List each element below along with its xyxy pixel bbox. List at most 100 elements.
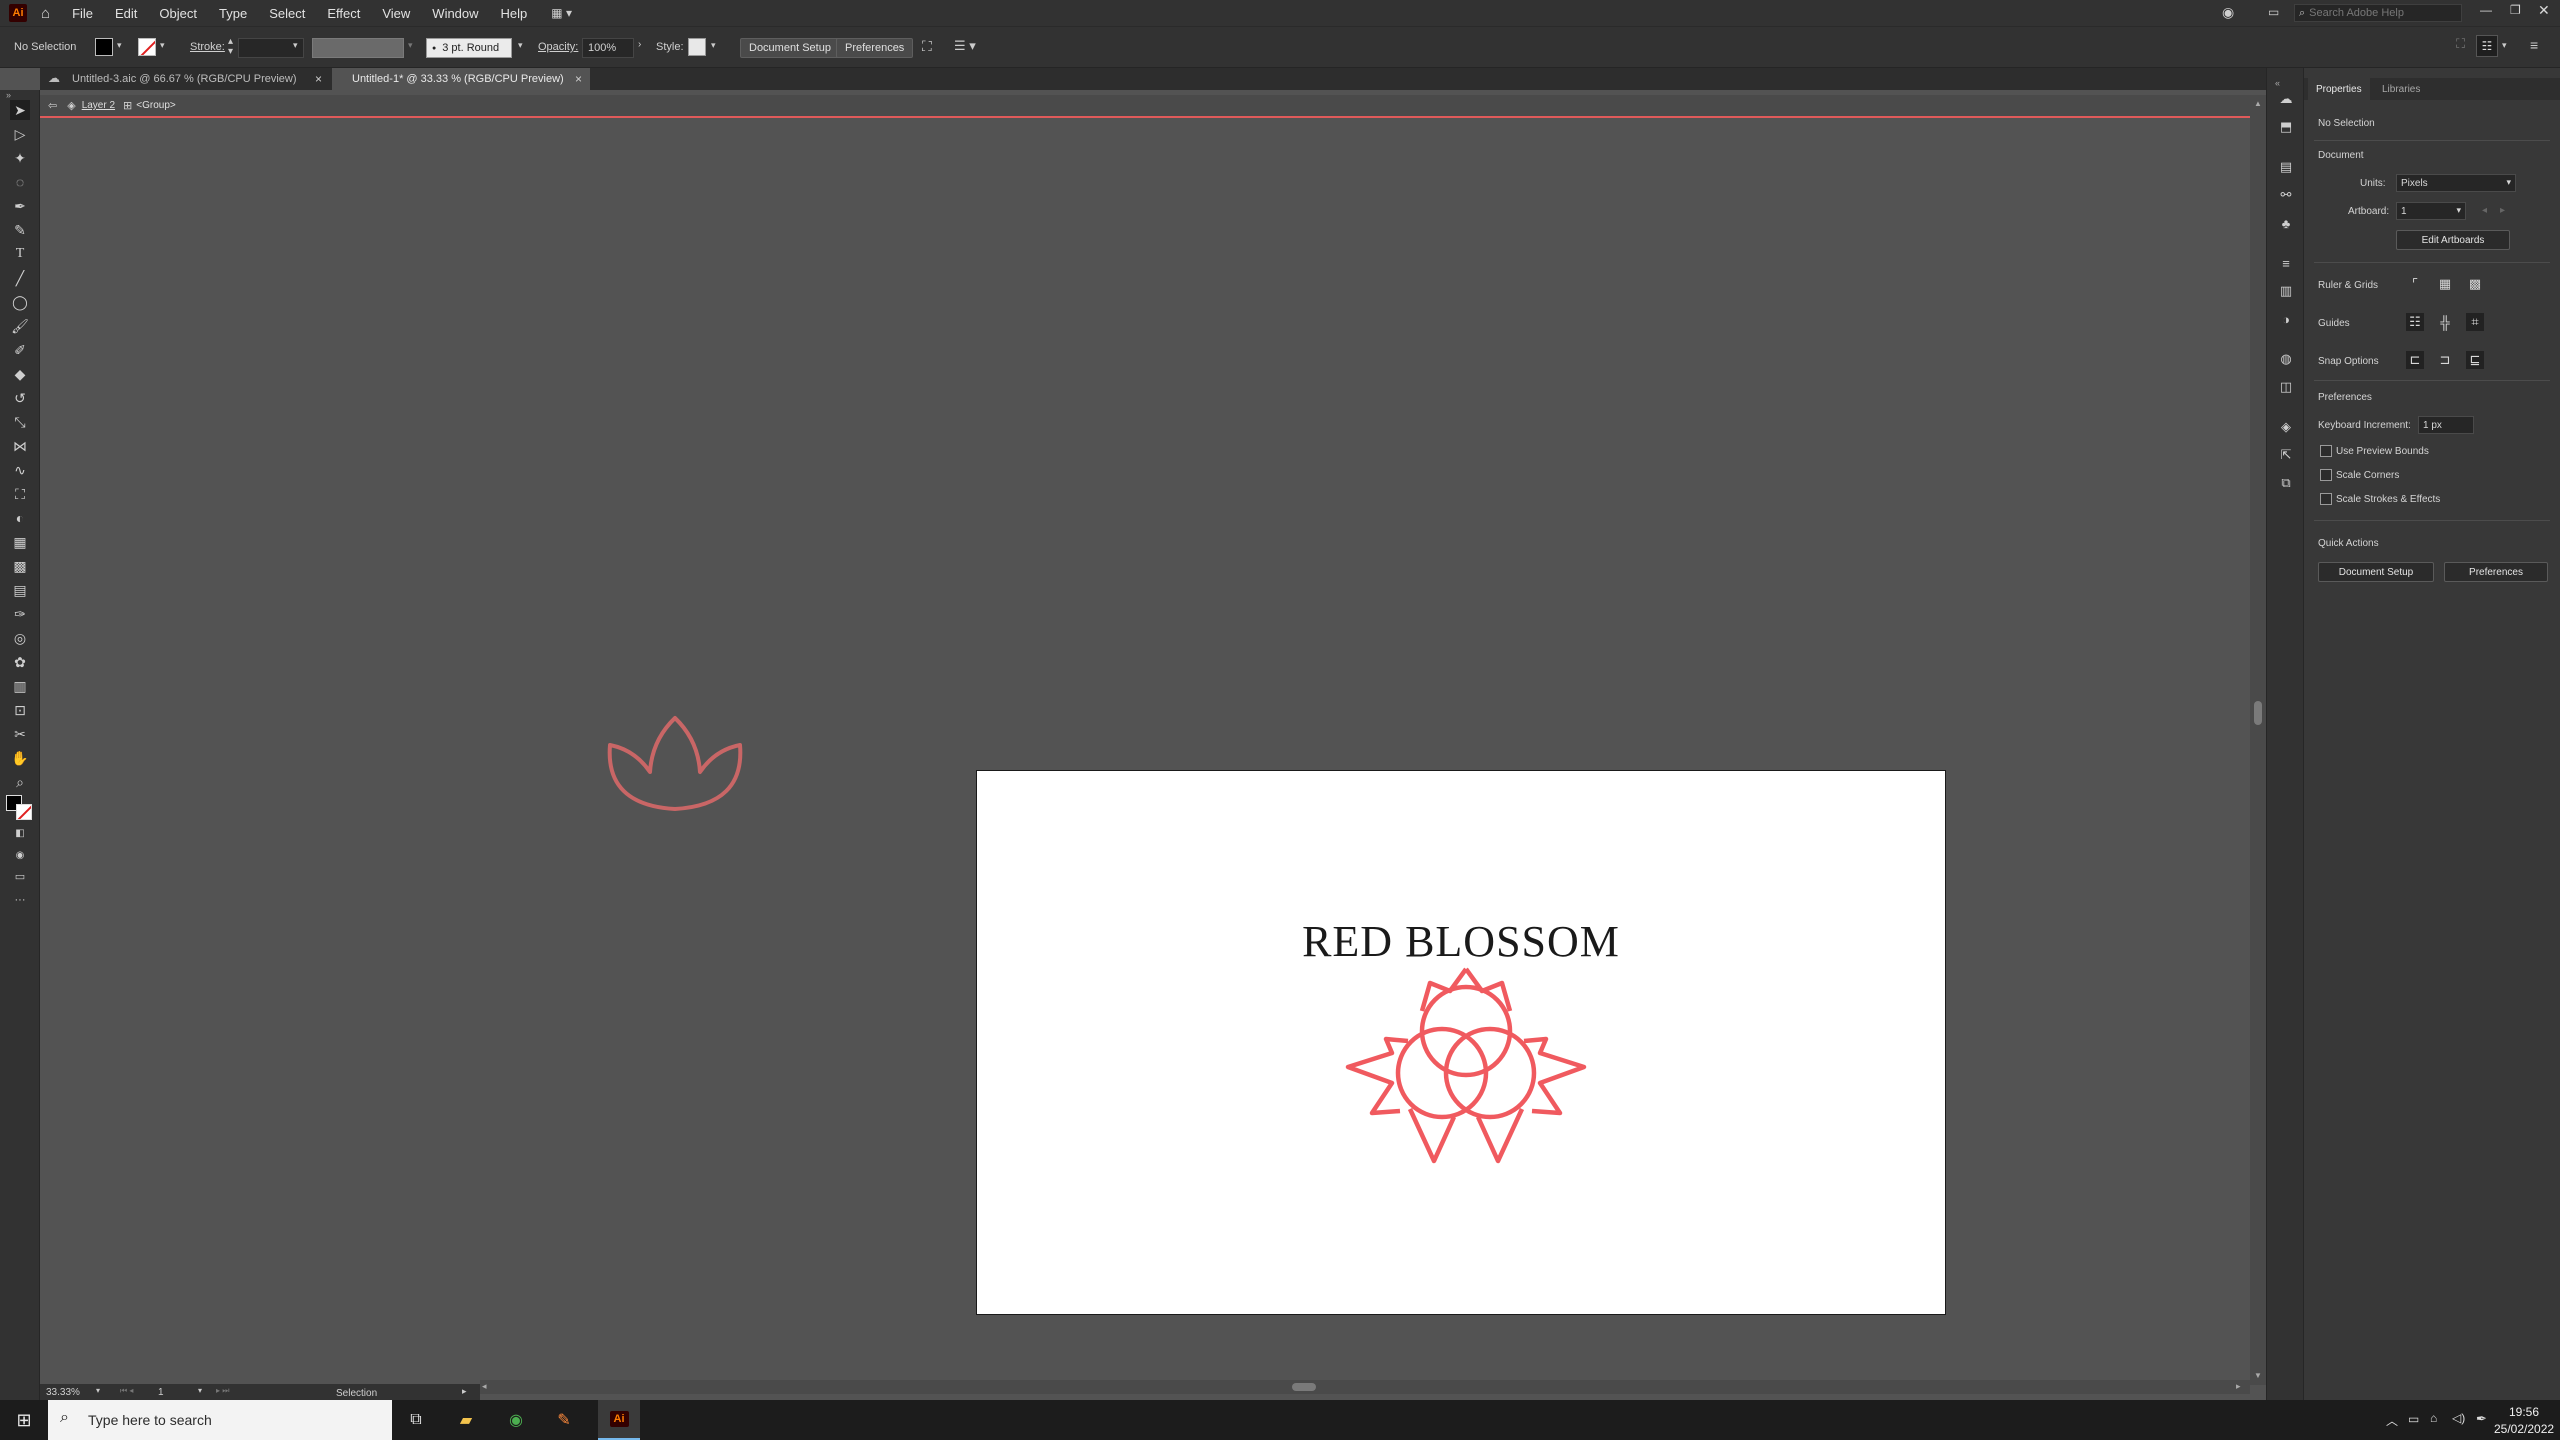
- artboard-tool-icon[interactable]: ⊡: [10, 700, 30, 720]
- assets-icon[interactable]: ⬒: [2277, 118, 2295, 136]
- fill-swatch[interactable]: [95, 38, 113, 56]
- close-tab-icon[interactable]: ×: [575, 72, 582, 86]
- libraries-icon[interactable]: ☁: [2277, 90, 2295, 108]
- curvature-tool-icon[interactable]: ✎: [10, 220, 30, 240]
- stroke-dropdown-icon[interactable]: ▾: [160, 40, 165, 51]
- warp-tool-icon[interactable]: ∿: [10, 460, 30, 480]
- brand-name-text[interactable]: RED BLOSSOM: [977, 916, 1945, 967]
- tab-untitled-1[interactable]: Untitled-1* @ 33.33 % (RGB/CPU Preview) …: [332, 68, 590, 90]
- menu-effect[interactable]: Effect: [327, 6, 360, 21]
- vertical-scrollbar[interactable]: ▲ ▼: [2250, 95, 2266, 1385]
- first-artboard-icon[interactable]: ⏮ ◂: [120, 1386, 133, 1396]
- snap-to-pixel-icon[interactable]: ⊐: [2436, 351, 2454, 369]
- scale-strokes-effects-checkbox[interactable]: [2320, 493, 2332, 505]
- artboard-dropdown[interactable]: 1 ▾: [2396, 202, 2466, 220]
- paintbrush-tool-icon[interactable]: 🖌: [10, 316, 30, 336]
- graphic-styles-icon[interactable]: ◫: [2277, 378, 2295, 396]
- pen-workspace-icon[interactable]: ✒: [2476, 1411, 2487, 1427]
- panel-menu-toggle[interactable]: ☷: [2476, 35, 2498, 57]
- scale-corners-checkbox[interactable]: [2320, 469, 2332, 481]
- slice-tool-icon[interactable]: ✂: [10, 724, 30, 744]
- eyedropper-tool-icon[interactable]: ✑: [10, 604, 30, 624]
- column-graph-tool-icon[interactable]: ▥: [10, 676, 30, 696]
- transparency-grid-icon[interactable]: ▩: [2466, 275, 2484, 293]
- show-guides-icon[interactable]: ☷: [2406, 313, 2424, 331]
- ruler-icon[interactable]: ⌜: [2406, 275, 2424, 293]
- draw-mode-icon[interactable]: ◉: [10, 845, 30, 865]
- style-swatch[interactable]: [688, 38, 706, 56]
- windows-start-icon[interactable]: ⊞: [10, 1406, 38, 1434]
- links-icon[interactable]: ⚯: [2277, 186, 2295, 204]
- stroke-swatch[interactable]: [138, 38, 156, 56]
- lasso-tool-icon[interactable]: ◌: [10, 172, 30, 192]
- shape-builder-tool-icon[interactable]: ◐: [10, 508, 30, 528]
- screen-mode-icon[interactable]: ▭: [10, 866, 30, 886]
- free-transform-tool-icon[interactable]: ⛶: [10, 484, 30, 504]
- export-panel-icon[interactable]: ⇱: [2277, 446, 2295, 464]
- restore-icon[interactable]: ❐: [2510, 3, 2521, 17]
- scroll-up-icon[interactable]: ▲: [2254, 99, 2262, 108]
- horizontal-scrollbar[interactable]: ◂ ▸: [480, 1380, 2250, 1394]
- account-icon[interactable]: ◉: [2222, 4, 2234, 21]
- stroke-weight-dropdown-icon[interactable]: ▾: [293, 40, 298, 51]
- smart-guides-icon[interactable]: ⌗: [2466, 313, 2484, 331]
- prev-artboard-icon[interactable]: ◂: [2482, 205, 2487, 216]
- variable-width-profile[interactable]: [312, 38, 404, 58]
- close-window-icon[interactable]: ✕: [2538, 2, 2550, 19]
- gradient-tool-icon[interactable]: ▤: [10, 580, 30, 600]
- menu-object[interactable]: Object: [159, 6, 197, 21]
- close-tab-icon[interactable]: ×: [315, 72, 322, 86]
- status-menu-arrow-icon[interactable]: ▸: [462, 1386, 467, 1397]
- snap-to-point-icon[interactable]: ⊏: [2406, 351, 2424, 369]
- menu-file[interactable]: File: [72, 6, 93, 21]
- panel-menu-dropdown-icon[interactable]: ▾: [2502, 40, 2507, 51]
- quick-document-setup-button[interactable]: Document Setup: [2318, 562, 2434, 582]
- arrange-documents-icon[interactable]: ⛶: [2456, 36, 2465, 52]
- symbol-sprayer-tool-icon[interactable]: ✿: [10, 652, 30, 672]
- document-setup-button[interactable]: Document Setup: [740, 38, 840, 58]
- last-artboard-icon[interactable]: ▸ ⏭: [216, 1386, 229, 1396]
- scale-tool-icon[interactable]: ⤡: [10, 412, 30, 432]
- volume-icon[interactable]: ◁): [2452, 1411, 2465, 1425]
- direct-selection-tool-icon[interactable]: ▷: [10, 124, 30, 144]
- show-hidden-icons-icon[interactable]: ︿: [2386, 1412, 2398, 1429]
- magic-wand-tool-icon[interactable]: ✦: [10, 148, 30, 168]
- gradient-panel-icon[interactable]: ▥: [2277, 282, 2295, 300]
- vertical-scroll-thumb[interactable]: [2254, 701, 2262, 725]
- blend-tool-icon[interactable]: ◎: [10, 628, 30, 648]
- zoom-dropdown-icon[interactable]: ▾: [96, 1386, 100, 1395]
- tab-properties[interactable]: Properties: [2308, 78, 2370, 100]
- snap-to-glyph-icon[interactable]: ⊑: [2466, 351, 2484, 369]
- illustrator-taskbar-icon[interactable]: Ai: [598, 1400, 640, 1440]
- selection-tool-icon[interactable]: ➤: [10, 100, 30, 120]
- menu-window[interactable]: Window: [432, 6, 478, 21]
- tab-libraries[interactable]: Libraries: [2374, 78, 2428, 100]
- symbols-icon[interactable]: ♣: [2277, 214, 2295, 232]
- back-arrow-icon[interactable]: ⇦: [48, 99, 57, 112]
- fill-dropdown-icon[interactable]: ▾: [117, 40, 122, 51]
- chrome-icon[interactable]: ◉: [502, 1406, 530, 1434]
- taskbar-search-box[interactable]: ⌕ Type here to search: [48, 1400, 392, 1440]
- home-icon[interactable]: ⌂: [41, 5, 50, 22]
- color-mode-icon[interactable]: ◧: [10, 823, 30, 843]
- preferences-button[interactable]: Preferences: [836, 38, 914, 58]
- panel-collapse-icon[interactable]: »: [6, 90, 11, 100]
- menu-view[interactable]: View: [382, 6, 410, 21]
- style-dropdown-icon[interactable]: ▾: [711, 40, 716, 51]
- width-tool-icon[interactable]: ⋈: [10, 436, 30, 456]
- edit-artboards-button[interactable]: Edit Artboards: [2396, 230, 2510, 250]
- type-tool-icon[interactable]: T: [10, 244, 30, 264]
- keyboard-increment-field[interactable]: 1 px: [2418, 416, 2474, 434]
- menu-type[interactable]: Type: [219, 6, 247, 21]
- mesh-tool-icon[interactable]: ▩: [10, 556, 30, 576]
- menu-select[interactable]: Select: [269, 6, 305, 21]
- align-icon[interactable]: ☰ ▾: [954, 38, 976, 54]
- help-search-box[interactable]: ⌕ Search Adobe Help: [2294, 4, 2462, 22]
- canvas-area[interactable]: RED BLOSSOM: [40, 120, 2250, 1380]
- hand-tool-icon[interactable]: ✋: [10, 748, 30, 768]
- zoom-tool-icon[interactable]: ⌕: [10, 772, 30, 792]
- tab-untitled-3[interactable]: ☁ Untitled-3.aic @ 66.67 % (RGB/CPU Prev…: [40, 68, 330, 90]
- pen-tool-icon[interactable]: ✒: [10, 196, 30, 216]
- opacity-arrow-icon[interactable]: ›: [638, 39, 641, 50]
- opacity-field[interactable]: 100%: [582, 38, 634, 58]
